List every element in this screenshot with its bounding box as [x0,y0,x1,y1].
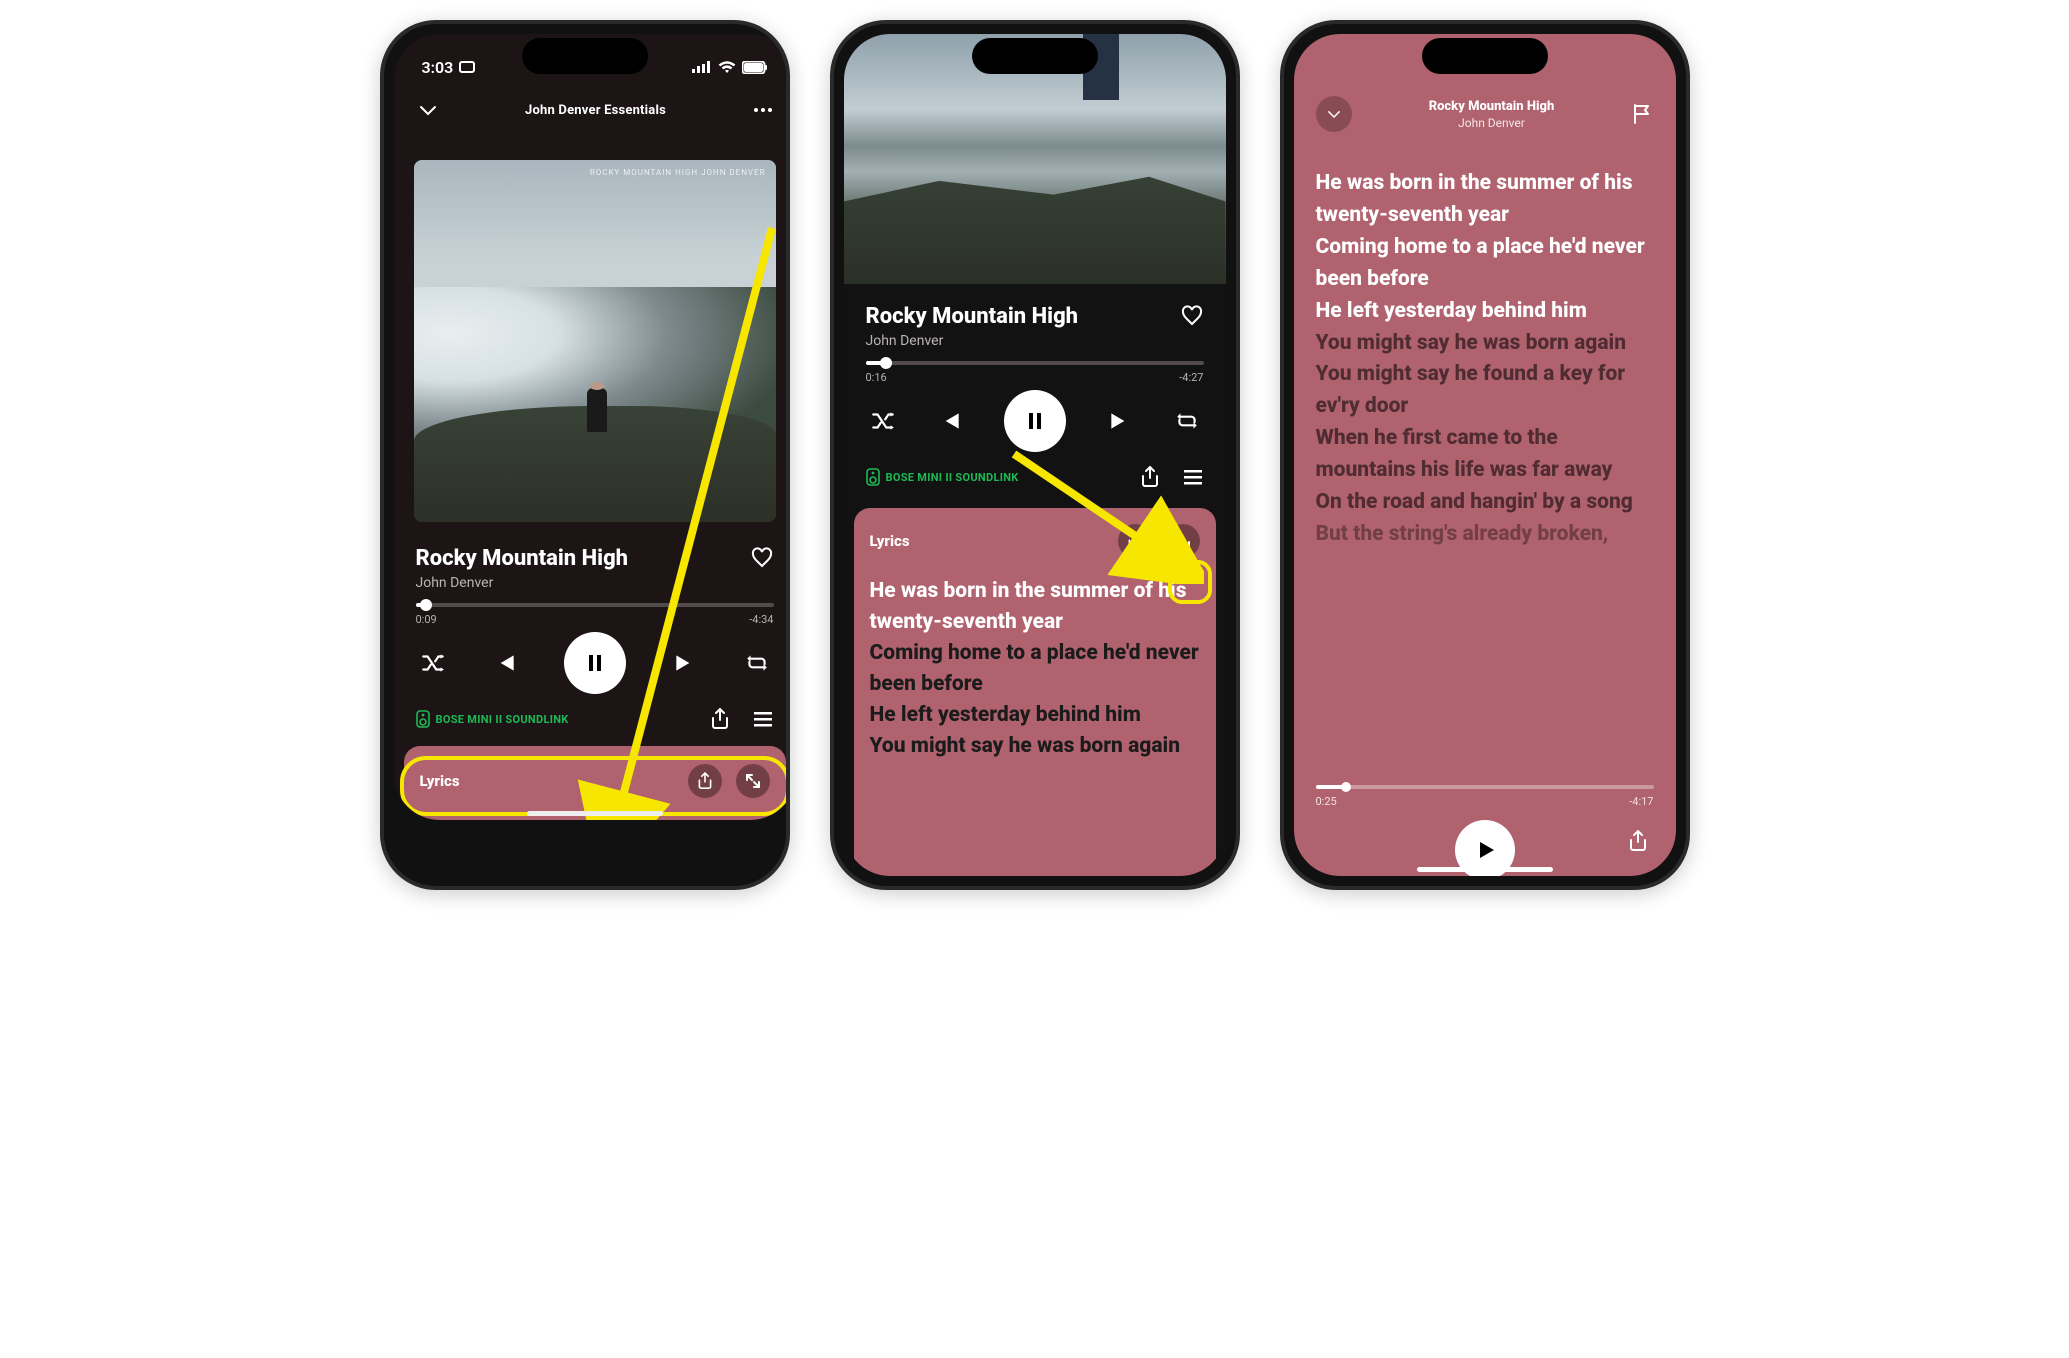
lyric-line[interactable]: Coming home to a place he'd never been b… [1316,232,1654,296]
time-elapsed: 0:09 [416,613,437,626]
lyrics-share-button[interactable] [1118,524,1152,558]
lyric-line[interactable]: You might say he found a key for ev'ry d… [1316,359,1654,423]
screen-lyrics-fullscreen: Rocky Mountain High John Denver He was b… [1294,34,1676,876]
lyrics-label: Lyrics [420,772,460,790]
context-title: John Denver Essentials [525,103,666,118]
lyric-line[interactable]: On the road and hangin' by a song [1316,487,1654,519]
lyrics-expand-button[interactable] [1166,524,1200,558]
next-button[interactable] [672,650,698,676]
pause-icon [583,651,607,675]
seek-bar[interactable] [1316,785,1654,789]
share-button[interactable] [710,708,730,730]
more-icon[interactable] [752,99,774,121]
lyrics-share-button[interactable] [1628,830,1648,852]
phone-frame-3: Rocky Mountain High John Denver He was b… [1280,20,1690,890]
expand-icon [745,773,761,789]
queue-button[interactable] [1182,467,1204,487]
lyrics-lines: He was born in the summer of his twenty-… [870,576,1200,762]
lyric-line[interactable]: You might say he was born again [1316,328,1654,360]
expand-icon [1175,533,1191,549]
lyrics-expand-button[interactable] [736,764,770,798]
play-icon [1473,838,1497,862]
share-icon [697,772,713,790]
previous-button[interactable] [937,408,963,434]
repeat-button[interactable] [744,650,770,676]
lyrics-label: Lyrics [870,532,910,550]
device-name: BOSE MINI II SOUNDLINK [436,713,569,726]
track-title: Rocky Mountain High [866,304,1079,329]
report-flag-button[interactable] [1631,103,1653,125]
lyric-line[interactable]: He left yesterday behind him [1316,296,1654,328]
wifi-icon [718,61,736,74]
queue-button[interactable] [752,709,774,729]
home-indicator[interactable] [527,811,663,816]
lyric-line[interactable]: When he first came to the mountains his … [1316,423,1654,487]
chevron-down-icon[interactable] [416,98,440,122]
track-artist[interactable]: John Denver [416,575,629,591]
connect-device[interactable]: BOSE MINI II SOUNDLINK [416,710,569,728]
lyric-line[interactable]: He left yesterday behind him [870,700,1200,731]
dynamic-island [1422,38,1548,74]
lyric-line[interactable]: You might say he was born again [870,731,1200,762]
pause-button[interactable] [564,632,626,694]
lyric-line[interactable]: But the string's already broken, [1316,519,1654,551]
lyric-line[interactable]: He was born in the summer of his twenty-… [870,576,1200,638]
album-art: ROCKY MOUNTAIN HIGH JOHN DENVER [414,160,776,522]
lyrics-share-button[interactable] [688,764,722,798]
lyrics-body[interactable]: He was born in the summer of his twenty-… [1294,138,1676,781]
next-button[interactable] [1107,408,1133,434]
time-remaining: -4:17 [1629,795,1653,808]
lyric-line[interactable]: He was born in the summer of his twenty-… [1316,168,1654,232]
lyric-line[interactable]: Coming home to a place he'd never been b… [870,638,1200,700]
screen-now-playing: 3:03 John Denver Essentials ROCKY MOUNTA… [394,34,790,820]
lyrics-card[interactable]: Lyrics He was born in the summer of his … [854,508,1216,876]
cellular-icon [692,61,712,73]
phone-frame-2: Rocky Mountain High John Denver 0:16 -4:… [830,20,1240,890]
battery-icon [742,61,768,74]
repeat-button[interactable] [1174,408,1200,434]
time-elapsed: 0:25 [1316,795,1337,808]
connect-device[interactable]: BOSE MINI II SOUNDLINK [866,468,1019,486]
device-name: BOSE MINI II SOUNDLINK [886,471,1019,484]
lyrics-preview-strip[interactable]: Lyrics [404,746,786,820]
album-art-text: ROCKY MOUNTAIN HIGH JOHN DENVER [590,168,766,177]
close-lyrics-button[interactable] [1316,96,1352,132]
pause-icon [1023,409,1047,433]
chevron-down-icon [1325,105,1343,123]
phone-frame-1: 3:03 John Denver Essentials ROCKY MOUNTA… [380,20,790,890]
shuffle-button[interactable] [870,408,896,434]
like-button[interactable] [1180,304,1204,328]
track-title: Rocky Mountain High [416,546,629,571]
speaker-icon [416,710,430,728]
time-elapsed: 0:16 [866,371,887,384]
dynamic-island [522,38,648,74]
dynamic-island [972,38,1098,74]
track-artist[interactable]: John Denver [866,333,1079,349]
like-button[interactable] [750,546,774,570]
track-artist: John Denver [1429,116,1555,130]
previous-button[interactable] [492,650,518,676]
screen-now-playing-scrolled: Rocky Mountain High John Denver 0:16 -4:… [844,34,1226,876]
seek-bar[interactable] [416,603,774,607]
track-title: Rocky Mountain High [1429,99,1555,114]
share-icon [1127,532,1143,550]
time-remaining: -4:27 [1179,371,1203,384]
share-button[interactable] [1140,466,1160,488]
speaker-icon [866,468,880,486]
shuffle-button[interactable] [420,650,446,676]
screen-record-icon [459,60,477,74]
time-remaining: -4:34 [749,613,773,626]
pause-button[interactable] [1004,390,1066,452]
status-time: 3:03 [422,58,454,77]
home-indicator[interactable] [1417,867,1553,872]
seek-bar[interactable] [866,361,1204,365]
